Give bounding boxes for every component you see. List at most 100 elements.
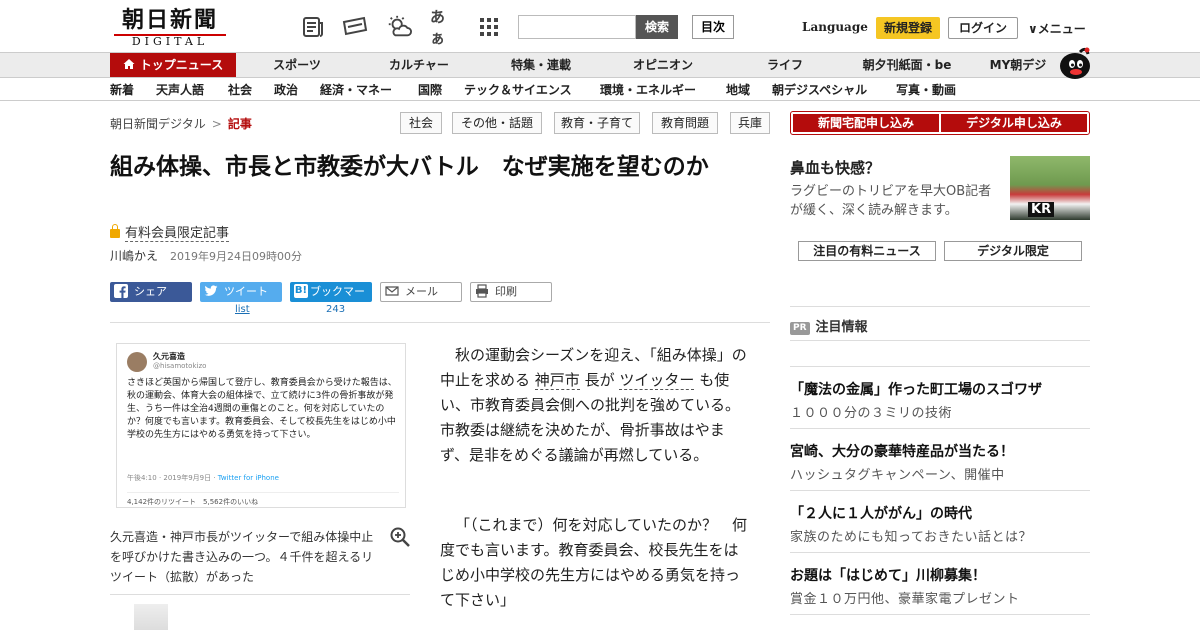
nav2-photo[interactable]: 写真・動画 bbox=[896, 79, 956, 101]
pr-item-title[interactable]: 「魔法の金属」作った町工場のスゴワザ bbox=[790, 379, 1042, 399]
home-icon bbox=[123, 54, 135, 78]
hatena-count: 243 bbox=[326, 304, 346, 315]
tweet-stats: 4,142件のリツイート 5,562件のいいね bbox=[127, 492, 399, 507]
nav-opinion[interactable]: オピニオン bbox=[618, 53, 708, 77]
delivery-subscribe-button[interactable]: 新聞宅配申し込み bbox=[793, 114, 939, 132]
pr-badge: PR bbox=[790, 322, 810, 335]
pr-item-title[interactable]: 「２人に１人ががん」の時代 bbox=[790, 503, 972, 523]
search-input[interactable] bbox=[518, 15, 636, 39]
nav-newspaper[interactable]: 朝夕刊紙面・be bbox=[852, 53, 962, 77]
breadcrumb: 朝日新聞デジタル > 記事 bbox=[110, 115, 252, 132]
nav2-special[interactable]: 朝デジスペシャル bbox=[772, 79, 867, 101]
lock-icon bbox=[110, 224, 120, 238]
pr-item-title[interactable]: 宮崎、大分の豪華特産品が当たる！ bbox=[790, 441, 1014, 461]
twitter-link[interactable]: ツイッター bbox=[619, 371, 695, 390]
kobe-city-link[interactable]: 神戸市 bbox=[534, 371, 580, 390]
text-size-icon[interactable]: あぁ bbox=[430, 8, 456, 47]
nav-top-news[interactable]: トップニュース bbox=[110, 53, 236, 77]
mail-share-button[interactable]: メール bbox=[380, 282, 462, 302]
sidebar-divider bbox=[790, 366, 1090, 367]
nav-my-asahi[interactable]: MY朝デジ bbox=[980, 53, 1056, 77]
login-button[interactable]: ログイン bbox=[948, 17, 1018, 39]
tweet-timestamp: 午後4:10 · 2019年9月9日 · Twitter for iPhone bbox=[127, 472, 279, 485]
sidebar-divider bbox=[790, 614, 1090, 615]
register-button[interactable]: 新規登録 bbox=[876, 17, 940, 39]
tab-digital-only[interactable]: デジタル限定 bbox=[944, 241, 1082, 261]
language-link[interactable]: Language bbox=[802, 20, 868, 34]
sub-nav: 新着 天声人語 社会 政治 経済・マネー 国際 テック＆サイエンス 環境・エネル… bbox=[0, 79, 1200, 101]
pr-item-desc: 家族のためにも知っておきたい話とは？ bbox=[790, 530, 1032, 545]
weather-icon[interactable] bbox=[386, 14, 412, 40]
article-divider bbox=[110, 322, 770, 323]
sidebar-promo-title[interactable]: 鼻血も快感？ bbox=[790, 157, 880, 178]
contents-button[interactable]: 目次 bbox=[692, 15, 734, 39]
tweet-screenshot-image[interactable]: 久元喜造 @hisamotokizo さきほど英国から帰国して登庁し、教育委員会… bbox=[116, 343, 406, 508]
nav2-society[interactable]: 社会 bbox=[228, 79, 252, 101]
mascot-icon[interactable] bbox=[1056, 44, 1092, 80]
tweet-time-text: 午後4:10 · 2019年9月9日 · bbox=[127, 474, 218, 482]
twitter-list-link[interactable]: list bbox=[235, 304, 250, 315]
nav2-tech[interactable]: テック＆サイエンス bbox=[464, 79, 572, 101]
tab-paid-news[interactable]: 注目の有料ニュース bbox=[798, 241, 936, 261]
pr-item-desc: ハッシュタグキャンペーン、開催中 bbox=[790, 468, 1005, 483]
nav2-environment[interactable]: 環境・エネルギー bbox=[600, 79, 696, 101]
nav-culture[interactable]: カルチャー bbox=[374, 53, 464, 77]
nav2-international[interactable]: 国際 bbox=[418, 79, 442, 101]
article-title: 組み体操、市長と市教委が大バトル なぜ実施を望むのか bbox=[110, 154, 709, 180]
article-paragraph-1: 秋の運動会シーズンを迎え、「組み体操」の中止を求める 神戸市 長が ツイッター … bbox=[440, 343, 752, 468]
mail-share-label: メール bbox=[405, 285, 438, 298]
nav2-politics[interactable]: 政治 bbox=[274, 79, 298, 101]
sidebar-promo-desc: ラグビーのトリビアを早大OB記者が緩く、深く読み解きます。 bbox=[790, 184, 992, 218]
pr-header: PR 注目情報 bbox=[790, 316, 868, 335]
grid-menu-icon[interactable] bbox=[476, 14, 502, 40]
tweet-author-handle: @hisamotokizo bbox=[153, 362, 207, 370]
tag-education-issues[interactable]: 教育問題 bbox=[652, 112, 718, 134]
printer-icon bbox=[475, 284, 489, 298]
newspaper-icon[interactable] bbox=[300, 14, 326, 40]
next-image-thumbnail[interactable] bbox=[134, 604, 168, 630]
caption-divider bbox=[110, 594, 410, 595]
sidebar-divider bbox=[790, 552, 1090, 553]
site-header: 朝日新聞 DIGITAL あぁ 検索 目次 Language 新規登録 ログイン… bbox=[0, 0, 1200, 52]
nav2-tensei[interactable]: 天声人語 bbox=[156, 79, 204, 101]
nav-life[interactable]: ライフ bbox=[742, 53, 828, 77]
avatar bbox=[127, 352, 147, 372]
rugby-photo[interactable]: KR bbox=[1010, 156, 1090, 220]
nav2-region[interactable]: 地域 bbox=[726, 79, 750, 101]
nav2-latest[interactable]: 新着 bbox=[110, 79, 134, 101]
print-label: 印刷 bbox=[495, 285, 517, 298]
search-button[interactable]: 検索 bbox=[636, 15, 678, 39]
nav-sports[interactable]: スポーツ bbox=[254, 53, 340, 77]
facebook-share-button[interactable]: シェア bbox=[110, 282, 192, 302]
byline: 川嶋かえ 2019年9月24日09時00分 bbox=[110, 247, 302, 264]
tweet-text: さきほど英国から帰国して登庁し、教育委員会から受けた報告は、秋の運動会、体育大会… bbox=[127, 378, 397, 440]
mail-icon bbox=[385, 284, 399, 298]
twitter-share-button[interactable]: ツイート bbox=[200, 282, 282, 302]
nav2-economy[interactable]: 経済・マネー bbox=[320, 79, 392, 101]
tag-hyogo[interactable]: 兵庫 bbox=[730, 112, 770, 134]
nav-features[interactable]: 特集・連載 bbox=[496, 53, 586, 77]
breadcrumb-home[interactable]: 朝日新聞デジタル bbox=[110, 117, 206, 131]
image-caption: 久元喜造・神戸市長がツイッターで組み体操中止を呼びかけた書き込みの一つ。４千件を… bbox=[110, 530, 374, 584]
pr-item-desc: 賞金１０万円他、豪華家電プレゼント bbox=[790, 592, 1020, 607]
logo-main-text: 朝日新聞 bbox=[121, 7, 218, 33]
tag-education-child[interactable]: 教育・子育て bbox=[554, 112, 640, 134]
ticket-icon[interactable] bbox=[342, 14, 368, 40]
pr-item-title[interactable]: お題は「はじめて」川柳募集！ bbox=[790, 565, 986, 585]
tag-other-topics[interactable]: その他・話題 bbox=[452, 112, 542, 134]
subscribe-box: 新聞宅配申し込み デジタル申し込み bbox=[790, 111, 1090, 135]
publish-date: 2019年9月24日09時00分 bbox=[170, 250, 302, 263]
tag-society[interactable]: 社会 bbox=[400, 112, 442, 134]
members-only-label[interactable]: 有料会員限定記事 bbox=[110, 222, 230, 242]
pr-item-desc: １０００分の３ミリの技術 bbox=[790, 406, 953, 421]
digital-subscribe-button[interactable]: デジタル申し込み bbox=[941, 114, 1087, 132]
facebook-icon bbox=[114, 284, 128, 298]
zoom-in-icon[interactable] bbox=[390, 527, 410, 547]
facebook-share-label: シェア bbox=[134, 285, 167, 298]
site-logo[interactable]: 朝日新聞 DIGITAL bbox=[114, 7, 226, 48]
menu-button[interactable]: ∨メニュー bbox=[1028, 20, 1086, 37]
print-button[interactable]: 印刷 bbox=[470, 282, 552, 302]
hatena-bookmark-button[interactable]: B! ブックマーク bbox=[290, 282, 372, 318]
sidebar-divider bbox=[790, 428, 1090, 429]
sidebar-divider bbox=[790, 340, 1090, 341]
